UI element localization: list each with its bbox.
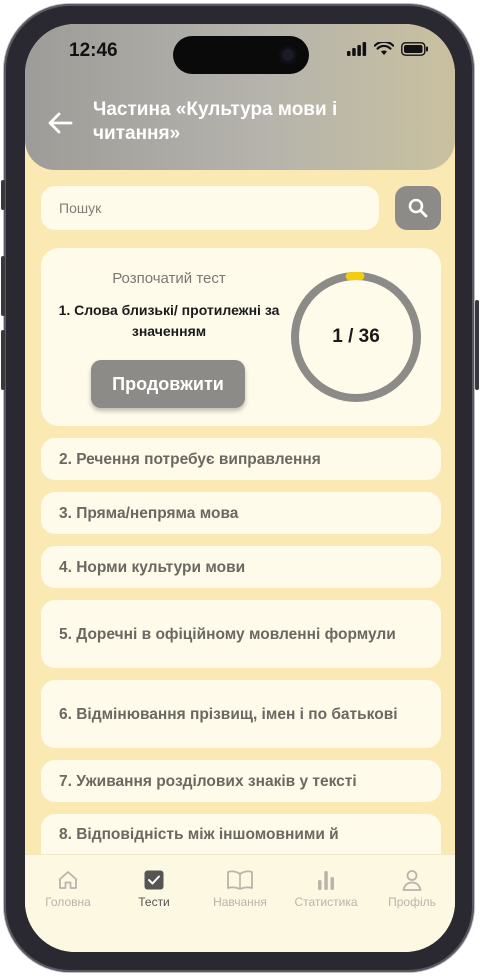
book-icon <box>227 870 253 890</box>
tab-learning-label: Навчання <box>213 895 267 909</box>
tab-profile[interactable]: Профіль <box>369 869 455 909</box>
dynamic-island <box>173 36 309 74</box>
search-placeholder: Пошук <box>59 200 102 216</box>
battery-icon <box>401 42 428 56</box>
tab-home[interactable]: Головна <box>25 869 111 909</box>
current-test-label: Розпочатий тест <box>112 270 226 287</box>
checkbox-icon <box>144 870 164 890</box>
test-item-2[interactable]: 2. Речення потребує виправлення <box>41 438 441 480</box>
volume-down-button <box>1 330 5 390</box>
test-item-3[interactable]: 3. Пряма/непряма мова <box>41 492 441 534</box>
page-title: Частина «Культура мови і читання» <box>93 99 338 144</box>
status-time: 12:46 <box>69 40 118 61</box>
tab-learning[interactable]: Навчання <box>197 869 283 909</box>
current-test-title: 1. Слова близькі/ протилежні за значення… <box>58 302 280 339</box>
app-screen: 12:46 Частина «Культура мови і читання» … <box>25 24 455 952</box>
test-item-5[interactable]: 5. Доречні в офіційному мовленні формули <box>41 600 441 668</box>
home-icon <box>59 871 77 889</box>
tab-home-label: Головна <box>45 895 91 909</box>
mute-switch <box>1 180 5 210</box>
test-item-6[interactable]: 6. Відмінювання прізвищ, імен і по батьк… <box>41 680 441 748</box>
continue-button[interactable]: Продовжити <box>91 360 245 408</box>
volume-up-button <box>1 256 5 316</box>
tab-statistics-label: Статистика <box>294 895 358 909</box>
tab-profile-label: Профіль <box>388 895 436 909</box>
test-item-7[interactable]: 7. Уживання розділових знаків у тексті <box>41 760 441 802</box>
current-test-card: Розпочатий тест 1. Слова близькі/ протил… <box>41 248 441 426</box>
front-camera <box>279 46 297 64</box>
search-input[interactable]: Пошук <box>41 186 379 230</box>
test-item-4[interactable]: 4. Норми культури мови <box>41 546 441 588</box>
bottom-tab-bar: Головна Тести Навчання Статистика Профіл… <box>25 854 455 952</box>
profile-icon <box>402 870 422 891</box>
back-arrow-icon[interactable] <box>45 108 75 138</box>
signal-icon <box>347 42 367 56</box>
power-button <box>475 300 479 390</box>
search-button[interactable] <box>395 186 441 230</box>
status-icons <box>347 42 429 56</box>
progress-text: 1 / 36 <box>332 326 380 347</box>
wifi-icon <box>374 42 394 55</box>
tab-statistics[interactable]: Статистика <box>283 869 369 909</box>
tab-tests-label: Тести <box>138 895 170 909</box>
chart-icon <box>318 871 334 890</box>
search-icon <box>408 198 428 218</box>
tab-tests[interactable]: Тести <box>111 869 197 909</box>
